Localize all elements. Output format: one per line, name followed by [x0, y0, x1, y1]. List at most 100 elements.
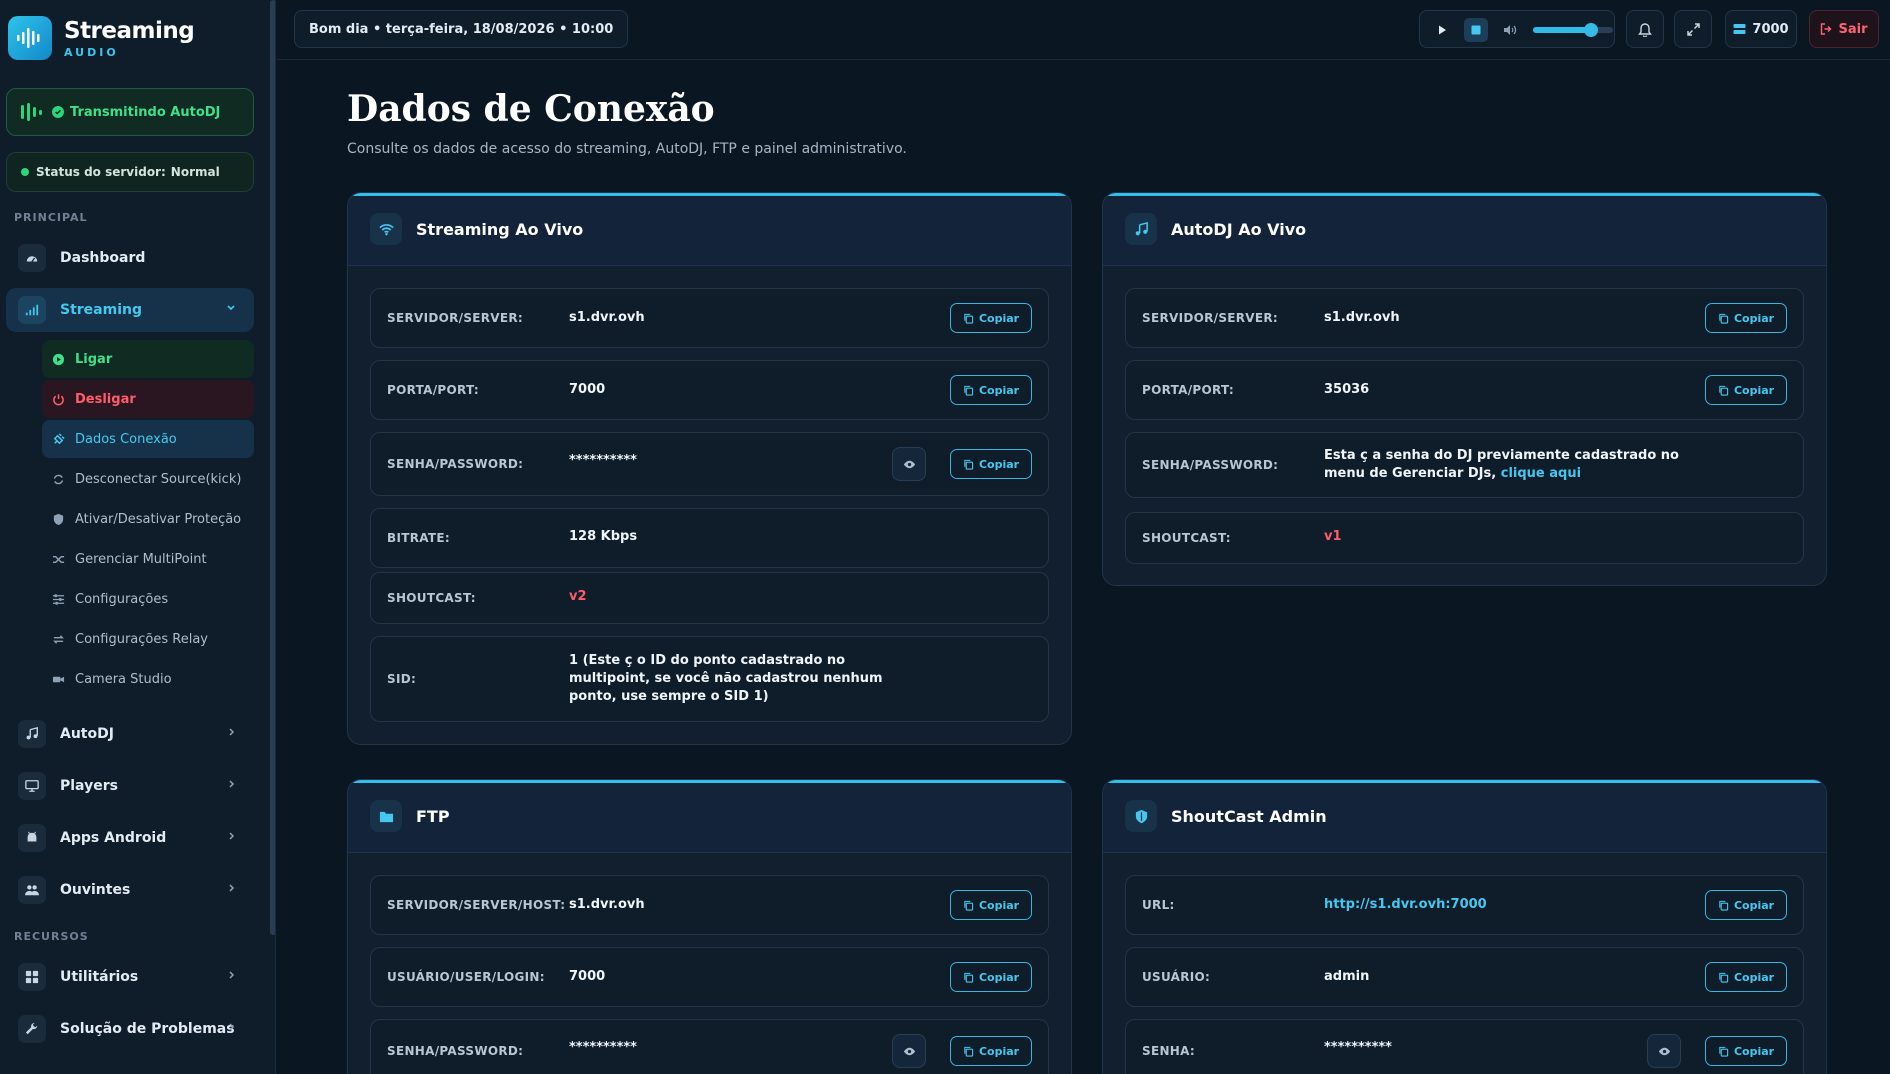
logout-button[interactable]: Sair [1809, 10, 1879, 48]
port-badge[interactable]: 7000 [1725, 10, 1797, 48]
copy-label: Copiar [978, 970, 1020, 984]
copy-button[interactable]: Copiar [950, 303, 1032, 333]
sidebar-item-utilitarios[interactable]: Utilitários [6, 955, 254, 999]
volume-button[interactable] [1498, 18, 1522, 42]
notifications-button[interactable] [1626, 10, 1664, 48]
copy-icon [964, 459, 974, 470]
admin-url-link[interactable]: http://s1.dvr.ovh:7000 [1324, 897, 1487, 912]
sub-item-desconectar-source[interactable]: Desconectar Source(kick) [42, 460, 254, 498]
copy-button[interactable]: Copiar [1705, 962, 1787, 992]
server-row: SERVIDOR/SERVER: s1.dvr.ovh Copiar [370, 288, 1049, 348]
volume-slider[interactable] [1533, 23, 1613, 37]
copy-button[interactable]: Copiar [1705, 303, 1787, 333]
eye-icon [1658, 1047, 1670, 1055]
copy-icon [964, 1046, 974, 1057]
show-password-button[interactable] [892, 447, 926, 481]
sub-item-label: Desconectar Source(kick) [75, 471, 242, 487]
bell-icon [1638, 22, 1652, 37]
streaming-card: Streaming Ao Vivo SERVIDOR/SERVER: s1.dv… [347, 192, 1072, 745]
live-status-pill: Transmitindo AutoDJ [6, 88, 254, 136]
video-camera-icon [52, 676, 65, 682]
row-value: admin [1324, 969, 1370, 984]
refresh-icon [53, 474, 64, 484]
plug-icon [53, 432, 65, 444]
sub-item-camera-studio[interactable]: Camera Studio [42, 660, 254, 698]
section-label-recursos: RECURSOS [14, 930, 89, 943]
copy-icon [1719, 313, 1729, 324]
sub-item-configuracoes-relay[interactable]: Configurações Relay [42, 620, 254, 658]
copy-label: Copiar [1733, 898, 1775, 912]
shoutcast-version: v2 [569, 589, 587, 604]
copy-button[interactable]: Copiar [1705, 890, 1787, 920]
sidebar-item-autodj[interactable]: AutoDJ [6, 712, 254, 756]
row-label: SHOUTCAST: [1142, 531, 1231, 545]
copy-icon [964, 385, 974, 396]
play-circle-icon [52, 353, 65, 365]
sub-item-multipoint[interactable]: Gerenciar MultiPoint [42, 540, 254, 578]
sub-item-label: Ligar [75, 351, 113, 367]
copy-button[interactable]: Copiar [950, 1036, 1032, 1066]
row-value: 1 (Este ç o ID do ponto cadastrado no mu… [569, 653, 883, 704]
volume-thumb[interactable] [1583, 23, 1598, 37]
copy-button[interactable]: Copiar [950, 449, 1032, 479]
sidebar-item-players[interactable]: Players [6, 764, 254, 808]
card-header: Streaming Ao Vivo [348, 193, 1071, 266]
logout-label: Sair [1838, 21, 1868, 37]
row-value: Esta ç a senha do DJ previamente cadastr… [1324, 447, 1704, 483]
copy-label: Copiar [978, 1044, 1020, 1058]
sidebar-item-streaming[interactable]: Streaming [6, 288, 254, 332]
shoutcast-row: SHOUTCAST: v2 [370, 572, 1049, 624]
row-value: 35036 [1324, 382, 1370, 397]
fullscreen-button[interactable] [1674, 10, 1712, 48]
sub-item-ligar[interactable]: Ligar [42, 340, 254, 378]
copy-button[interactable]: Copiar [1705, 375, 1787, 405]
sub-item-protecao[interactable]: Ativar/Desativar Proteção [42, 500, 254, 538]
play-button[interactable] [1430, 18, 1454, 42]
card-title: ShoutCast Admin [1171, 806, 1327, 826]
expand-icon [1686, 22, 1700, 36]
stop-button[interactable] [1464, 18, 1488, 42]
card-header: FTP [348, 780, 1071, 853]
sidebar-scrollbar[interactable] [270, 0, 275, 935]
sidebar-item-apps-android[interactable]: Apps Android [6, 816, 254, 860]
relay-icon [53, 634, 64, 644]
copy-label: Copiar [1733, 1044, 1775, 1058]
copy-label: Copiar [1733, 311, 1775, 325]
sub-item-dados-conexao[interactable]: Dados Conexão [42, 420, 254, 458]
copy-button[interactable]: Copiar [950, 375, 1032, 405]
sidebar-item-solucao-problemas[interactable]: Solução de Problemas [6, 1007, 254, 1051]
row-label: SENHA/PASSWORD: [1142, 458, 1279, 472]
sidebar-item-dashboard[interactable]: Dashboard [6, 236, 254, 280]
copy-button[interactable]: Copiar [950, 890, 1032, 920]
stop-icon [1471, 25, 1481, 35]
show-password-button[interactable] [1647, 1034, 1681, 1068]
show-password-button[interactable] [892, 1034, 926, 1068]
logout-icon [1821, 23, 1832, 35]
monitor-icon [18, 772, 46, 800]
card-header: AutoDJ Ao Vivo [1103, 193, 1826, 266]
row-value: 128 Kbps [569, 529, 638, 544]
sidebar-item-ouvintes[interactable]: Ouvintes [6, 868, 254, 912]
sidebar-item-label: AutoDJ [60, 726, 114, 742]
port-value: 7000 [1752, 21, 1789, 37]
row-label: URL: [1142, 898, 1175, 912]
autodj-card: AutoDJ Ao Vivo SERVIDOR/SERVER: s1.dvr.o… [1102, 192, 1827, 586]
manage-djs-link[interactable]: clique aqui [1501, 466, 1581, 481]
chevron-right-icon [226, 830, 238, 844]
copy-button[interactable]: Copiar [950, 962, 1032, 992]
sid-row: SID: 1 (Este ç o ID do ponto cadastrado … [370, 636, 1049, 722]
server-row: SERVIDOR/SERVER: s1.dvr.ovh Copiar [1125, 288, 1804, 348]
brand[interactable]: Streaming AUDIO [8, 16, 195, 60]
sub-item-configuracoes[interactable]: Configurações [42, 580, 254, 618]
sub-item-desligar[interactable]: Desligar [42, 380, 254, 418]
copy-icon [1719, 385, 1729, 396]
server-icon [1733, 24, 1746, 34]
copy-label: Copiar [978, 311, 1020, 325]
server-row: SERVIDOR/SERVER/HOST: s1.dvr.ovh Copiar [370, 875, 1049, 935]
live-bars-icon [21, 103, 42, 121]
copy-button[interactable]: Copiar [1705, 1036, 1787, 1066]
port-row: PORTA/PORT: 35036 Copiar [1125, 360, 1804, 420]
shoutcast-admin-card: ShoutCast Admin URL: http://s1.dvr.ovh:7… [1102, 779, 1827, 1074]
row-label: SERVIDOR/SERVER: [387, 311, 524, 325]
row-value: s1.dvr.ovh [569, 310, 645, 325]
